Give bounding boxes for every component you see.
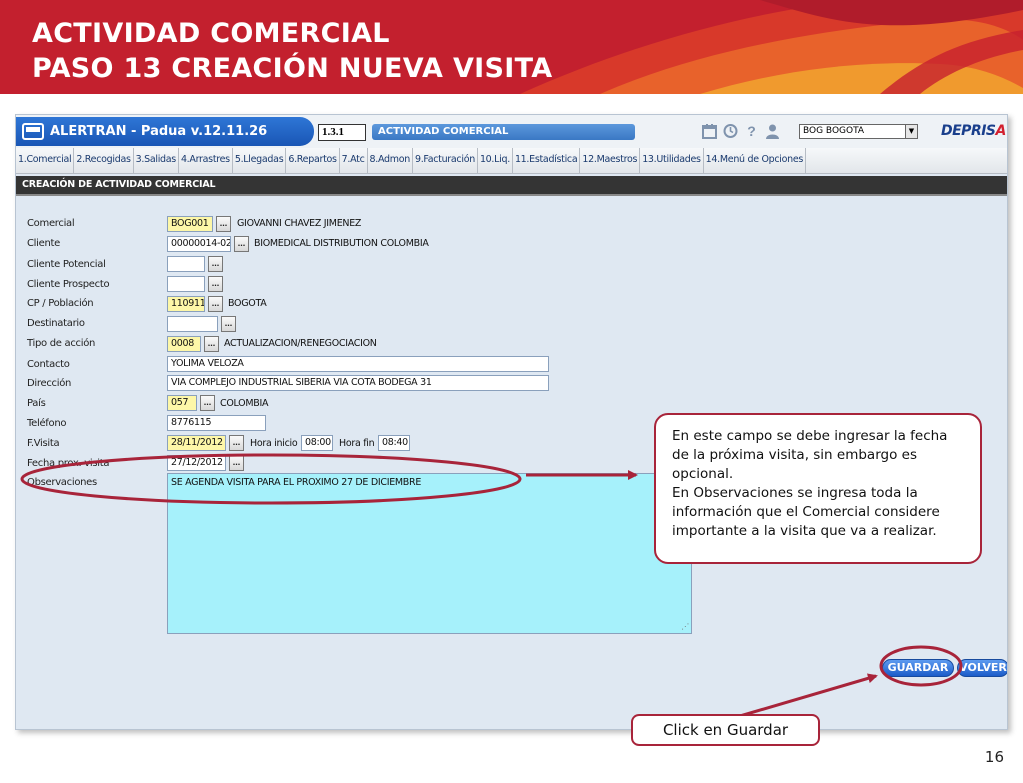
fecha-prox-visita-calendar-button[interactable]: ... [229, 455, 244, 471]
section-title-text: CREACIÓN DE ACTIVIDAD COMERCIAL [22, 179, 216, 190]
f-visita-calendar-button[interactable]: ... [229, 435, 244, 451]
comercial-name: GIOVANNI CHAVEZ JIMENEZ [237, 218, 362, 229]
cliente-code-field[interactable]: 00000014-02 [167, 236, 231, 252]
menu-item-llegadas[interactable]: 5.Llegadas [233, 148, 287, 174]
menu-item-menu-opciones[interactable]: 14.Menú de Opciones [704, 148, 807, 174]
truck-icon [22, 123, 44, 140]
version-code: 1.3.1 [318, 124, 366, 141]
main-menu: 1.Comercial 2.Recogidas 3.Salidas 4.Arra… [16, 148, 1007, 174]
cp-code-field[interactable]: 110911 [167, 296, 205, 312]
callout-text: En este campo se debe ingresar la fecha … [672, 428, 948, 539]
menu-item-facturacion[interactable]: 9.Facturación [413, 148, 478, 174]
cliente-potencial-field[interactable] [167, 256, 205, 272]
clock-icon[interactable] [723, 123, 738, 139]
menu-item-comercial[interactable]: 1.Comercial [16, 148, 75, 174]
app-brand: ALERTRAN - Padua v.12.11.26 [16, 117, 314, 146]
office-select-value: BOG BOGOTA [803, 126, 865, 136]
slide-title-line2: PASO 13 CREACIÓN NUEVA VISITA [32, 53, 553, 84]
pais-code-field[interactable]: 057 [167, 395, 197, 411]
page-number: 16 [984, 748, 1004, 766]
cliente-prospecto-lookup-button[interactable]: ... [208, 276, 223, 292]
cliente-prospecto-field[interactable] [167, 276, 205, 292]
f-visita-field[interactable]: 28/11/2012 [167, 435, 226, 451]
label-destinatario: Destinatario [27, 318, 85, 329]
comercial-code-field[interactable]: BOG001 [167, 216, 213, 232]
menu-item-repartos[interactable]: 6.Repartos [286, 148, 340, 174]
user-icon[interactable] [765, 123, 780, 139]
hora-fin-field[interactable]: 08:40 [378, 435, 410, 451]
office-select[interactable]: BOG BOGOTA ▼ [799, 124, 918, 139]
pais-name: COLOMBIA [220, 398, 269, 409]
label-cp-poblacion: CP / Población [27, 298, 94, 309]
tipo-accion-lookup-button[interactable]: ... [204, 336, 219, 352]
calendar-icon[interactable] [702, 123, 717, 139]
help-icon[interactable]: ? [744, 123, 759, 139]
tipo-accion-code-field[interactable]: 0008 [167, 336, 201, 352]
label-telefono: Teléfono [27, 418, 67, 429]
menu-item-admon[interactable]: 8.Admon [368, 148, 413, 174]
menu-item-maestros[interactable]: 12.Maestros [580, 148, 641, 174]
slide-title-line1: ACTIVIDAD COMERCIAL [32, 18, 390, 49]
cliente-name: BIOMEDICAL DISTRIBUTION COLOMBIA [254, 238, 429, 249]
menu-item-utilidades[interactable]: 13.Utilidades [640, 148, 704, 174]
chevron-down-icon[interactable]: ▼ [905, 125, 917, 138]
back-button[interactable]: VOLVER [957, 659, 1007, 677]
cp-lookup-button[interactable]: ... [208, 296, 223, 312]
menu-item-salidas[interactable]: 3.Salidas [134, 148, 179, 174]
observaciones-text: SE AGENDA VISITA PARA EL PROXIMO 27 DE D… [171, 477, 422, 488]
app-title: ALERTRAN - Padua v.12.11.26 [50, 124, 268, 139]
label-direccion: Dirección [27, 378, 72, 389]
slide-title: ACTIVIDAD COMERCIAL PASO 13 CREACIÓN NUE… [32, 16, 552, 86]
menu-item-estadistica[interactable]: 11.Estadística [513, 148, 581, 174]
toolbar-icons: ? [702, 123, 780, 139]
cliente-lookup-button[interactable]: ... [234, 236, 249, 252]
cliente-potencial-lookup-button[interactable]: ... [208, 256, 223, 272]
cp-name: BOGOTA [228, 298, 267, 309]
module-name: ACTIVIDAD COMERCIAL [372, 124, 635, 140]
destinatario-field[interactable] [167, 316, 218, 332]
pais-lookup-button[interactable]: ... [200, 395, 215, 411]
menu-item-arrastres[interactable]: 4.Arrastres [179, 148, 233, 174]
callout-box: En este campo se debe ingresar la fecha … [654, 413, 982, 564]
label-cliente-potencial: Cliente Potencial [27, 259, 106, 270]
comercial-lookup-button[interactable]: ... [216, 216, 231, 232]
contacto-field[interactable]: YOLIMA VELOZA [167, 356, 549, 372]
label-cliente: Cliente [27, 238, 61, 249]
destinatario-lookup-button[interactable]: ... [221, 316, 236, 332]
label-cliente-prospecto: Cliente Prospecto [27, 279, 110, 290]
label-fecha-prox-visita: Fecha prox. visita [27, 458, 110, 469]
menu-item-liq[interactable]: 10.Liq. [478, 148, 513, 174]
label-hora-inicio: Hora inicio [250, 438, 298, 449]
tipo-accion-name: ACTUALIZACION/RENEGOCIACION [224, 338, 377, 349]
save-button[interactable]: GUARDAR [882, 659, 954, 677]
slide-header: ACTIVIDAD COMERCIAL PASO 13 CREACIÓN NUE… [0, 0, 1023, 94]
hora-inicio-field[interactable]: 08:00 [301, 435, 333, 451]
deprisa-logo: DEPRISA [941, 123, 1006, 139]
section-title: CREACIÓN DE ACTIVIDAD COMERCIAL [16, 176, 1007, 196]
direccion-field[interactable]: VIA COMPLEJO INDUSTRIAL SIBERIA VIA COTA… [167, 375, 549, 391]
menu-item-recogidas[interactable]: 2.Recogidas [74, 148, 134, 174]
section-divider [16, 194, 1007, 196]
label-f-visita: F.Visita [27, 438, 60, 449]
observaciones-textarea[interactable]: SE AGENDA VISITA PARA EL PROXIMO 27 DE D… [167, 473, 692, 634]
resize-grip-icon[interactable]: ⋰ [681, 623, 689, 631]
label-tipo-accion: Tipo de acción [27, 338, 96, 349]
click-guardar-note: Click en Guardar [631, 714, 820, 746]
menu-item-atc[interactable]: 7.Atc [340, 148, 368, 174]
label-hora-fin: Hora fin [339, 438, 375, 449]
label-pais: País [27, 398, 46, 409]
telefono-field[interactable]: 8776115 [167, 415, 266, 431]
label-observaciones: Observaciones [27, 477, 97, 488]
fecha-prox-visita-field[interactable]: 27/12/2012 [167, 455, 226, 471]
label-contacto: Contacto [27, 359, 70, 370]
app-topbar: ALERTRAN - Padua v.12.11.26 1.3.1 ACTIVI… [16, 115, 1007, 148]
label-comercial: Comercial [27, 218, 75, 229]
